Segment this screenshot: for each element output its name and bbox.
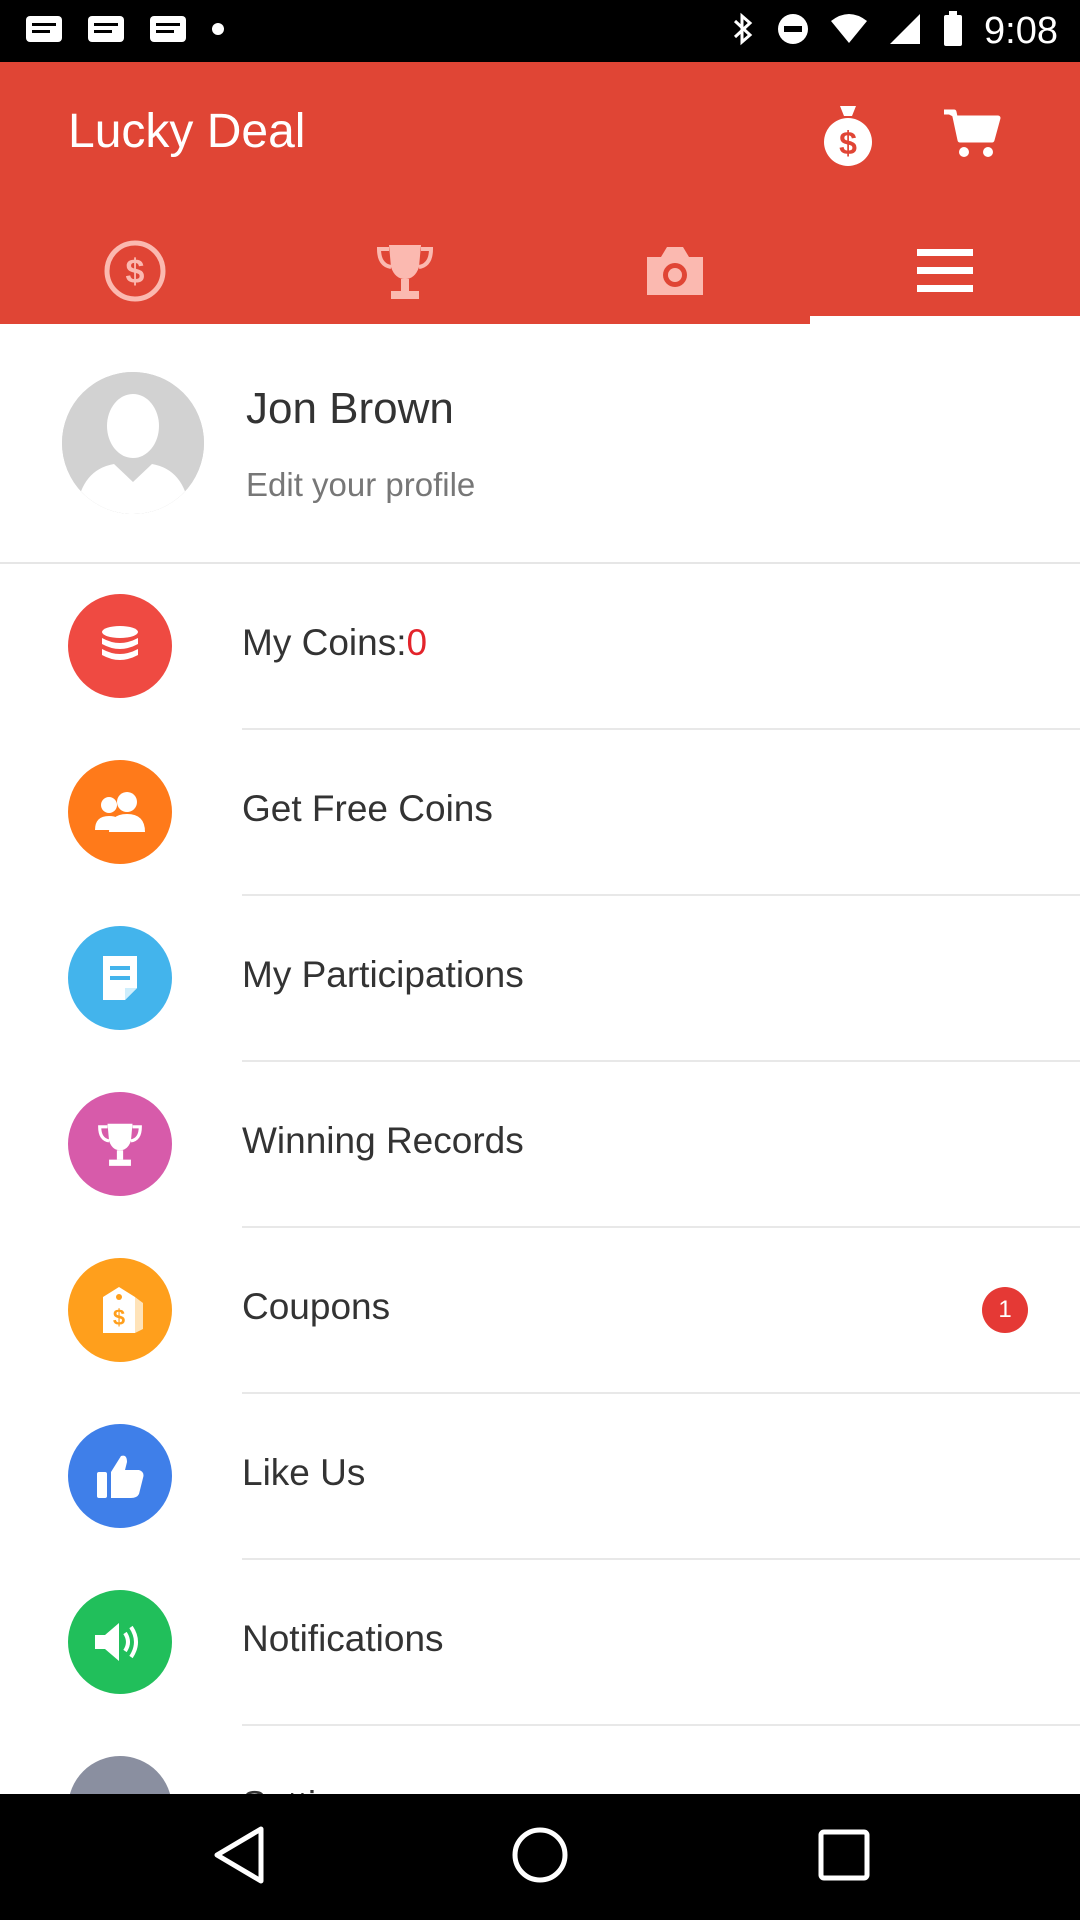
menu-item-my-coins[interactable]: My Coins:0 xyxy=(0,564,1080,730)
menu-item-coupons[interactable]: $ Coupons 1 xyxy=(0,1228,1080,1394)
menu-icon xyxy=(915,247,975,300)
tab-camera[interactable] xyxy=(540,222,810,324)
thumbs-up-icon xyxy=(68,1424,172,1528)
shopping-cart-icon xyxy=(942,106,1002,167)
coins-button[interactable]: $ xyxy=(812,100,884,172)
tab-winners[interactable] xyxy=(270,222,540,324)
system-nav-bar xyxy=(0,1794,1080,1920)
my-coins-label: My Coins:0 xyxy=(242,622,427,664)
profile-name: Jon Brown xyxy=(246,384,454,433)
message-icon xyxy=(86,14,126,49)
trophy-icon xyxy=(68,1092,172,1196)
home-circle-icon xyxy=(510,1825,570,1890)
app-title: Lucky Deal xyxy=(68,105,306,158)
speaker-icon xyxy=(68,1590,172,1694)
message-icon xyxy=(148,14,188,49)
svg-text:$: $ xyxy=(113,1305,125,1330)
home-button[interactable] xyxy=(495,1812,585,1902)
coins-stack-icon xyxy=(68,594,172,698)
notifications-label: Notifications xyxy=(242,1618,444,1659)
clock: 9:08 xyxy=(984,9,1058,52)
avatar[interactable] xyxy=(62,372,204,514)
message-icon xyxy=(24,14,64,49)
get-free-coins-label: Get Free Coins xyxy=(242,788,493,829)
tab-menu[interactable] xyxy=(810,222,1080,324)
users-icon xyxy=(68,760,172,864)
menu-item-notifications[interactable]: Notifications xyxy=(0,1560,1080,1726)
status-bar: 9:08 xyxy=(0,0,1080,62)
price-tag-icon: $ xyxy=(68,1258,172,1362)
winning-records-label: Winning Records xyxy=(242,1120,524,1161)
my-coins-text: My Coins: xyxy=(242,622,407,663)
signal-icon xyxy=(888,12,922,51)
profile-header[interactable]: Jon Brown Edit your profile xyxy=(0,324,1080,564)
camera-icon xyxy=(643,243,707,304)
menu-item-get-free-coins[interactable]: Get Free Coins xyxy=(0,730,1080,896)
coupons-badge: 1 xyxy=(982,1287,1028,1333)
recents-square-icon xyxy=(816,1827,872,1888)
menu-list: My Coins:0 Get Free Coins My Participati… xyxy=(0,564,1080,1892)
tab-indicator xyxy=(810,316,1080,324)
svg-text:$: $ xyxy=(126,253,145,291)
money-bag-icon: $ xyxy=(818,102,878,171)
dollar-coin-icon: $ xyxy=(103,239,167,308)
menu-item-my-participations[interactable]: My Participations xyxy=(0,896,1080,1062)
tab-bar: $ xyxy=(0,222,1080,324)
trophy-icon xyxy=(373,239,437,308)
cart-button[interactable] xyxy=(936,100,1008,172)
menu-item-winning-records[interactable]: Winning Records xyxy=(0,1062,1080,1228)
wifi-icon xyxy=(830,13,868,50)
document-icon xyxy=(68,926,172,1030)
do-not-disturb-icon xyxy=(776,12,810,51)
back-button[interactable] xyxy=(194,1812,284,1902)
tab-deals[interactable]: $ xyxy=(0,222,270,324)
app-bar: Lucky Deal $ $ xyxy=(0,62,1080,324)
edit-profile-link[interactable]: Edit your profile xyxy=(246,466,475,504)
coupons-label: Coupons xyxy=(242,1286,391,1327)
recents-button[interactable] xyxy=(799,1812,889,1902)
like-us-label: Like Us xyxy=(242,1452,366,1493)
person-silhouette-icon xyxy=(62,372,204,514)
svg-text:$: $ xyxy=(839,125,857,161)
back-triangle-icon xyxy=(211,1825,267,1890)
menu-item-like-us[interactable]: Like Us xyxy=(0,1394,1080,1560)
bluetooth-icon xyxy=(730,11,756,52)
coins-count: 0 xyxy=(406,622,428,663)
status-dot-icon xyxy=(210,21,226,42)
my-participations-label: My Participations xyxy=(242,954,524,995)
battery-icon xyxy=(942,10,964,52)
